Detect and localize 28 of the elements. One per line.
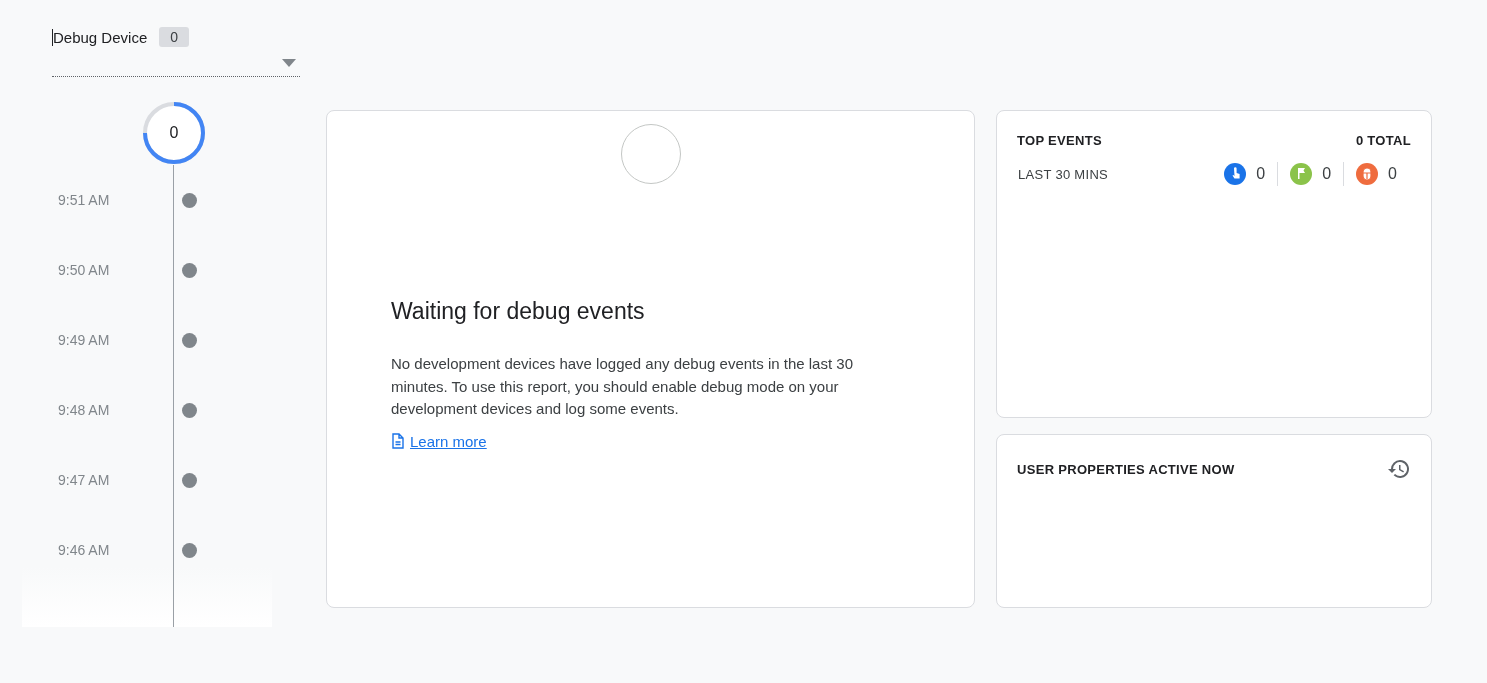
learn-more-link[interactable]: Learn more (391, 432, 487, 450)
user-properties-title: USER PROPERTIES ACTIVE NOW (1017, 461, 1235, 477)
time-period: LAST 30 MINS (1018, 166, 1109, 182)
document-icon (391, 433, 405, 449)
timeline-dot (182, 332, 197, 348)
empty-state-message: No development devices have logged any debug events in the last 30 minutes. To use this report, you should enable debug mode on your development devices and log some events. (391, 354, 854, 419)
device-count-badge: 0 (159, 27, 189, 47)
timeline-dot (182, 542, 197, 558)
timeline-time: 9:50 AM (57, 262, 111, 278)
timeline-time: 9:48 AM (57, 402, 111, 418)
timeline-dot (182, 472, 197, 488)
dropdown-caret-icon (282, 59, 296, 67)
timeline-dot (182, 192, 197, 208)
timeline-time: 9:49 AM (57, 332, 111, 348)
timeline-dot (182, 262, 197, 278)
device-label: Debug Device (52, 28, 148, 46)
empty-state-title: Waiting for debug events (391, 298, 646, 325)
timeline-dot (182, 402, 197, 418)
top-events-title: TOP EVENTS (1017, 133, 1102, 148)
event-count: 0 (1388, 165, 1397, 183)
event-count: 0 (1256, 165, 1266, 183)
history-icon[interactable] (1387, 457, 1411, 481)
timeline-time: 9:51 AM (57, 192, 111, 208)
event-counter: 0 (169, 124, 179, 142)
total-events: 0 TOTAL (1355, 133, 1411, 148)
timeline-time: 9:46 AM (57, 542, 111, 558)
event-count: 0 (1322, 165, 1332, 183)
timeline-time: 9:47 AM (57, 472, 111, 488)
